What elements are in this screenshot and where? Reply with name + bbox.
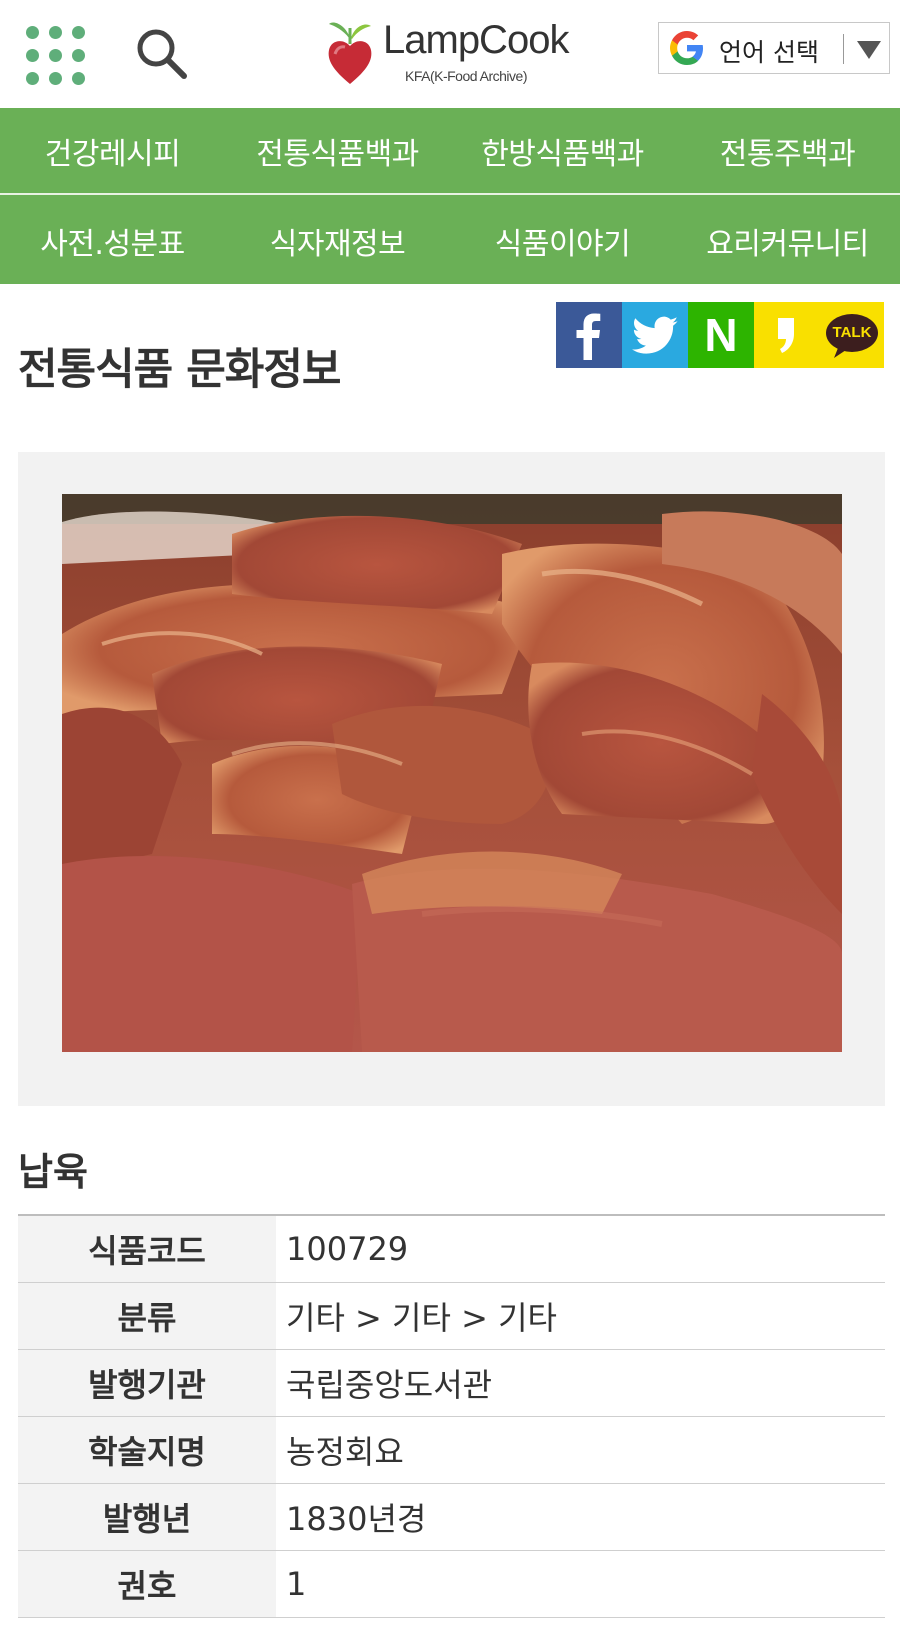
row-label-publication-year: 발행년 [18,1483,276,1550]
twitter-share-button[interactable] [622,302,688,368]
table-row: 발행년 1830년경 [18,1483,885,1550]
table-row: 권호 1 [18,1550,885,1617]
nav-item-traditional-food-encyclopedia[interactable]: 전통식품백과 [225,108,450,193]
food-info-table: 식품코드 100729 분류 기타 > 기타 > 기타 발행기관 국립중앙도서관… [18,1214,885,1618]
row-value-publication-year: 1830년경 [286,1499,427,1538]
nav-item-cooking-community[interactable]: 요리커뮤니티 [675,197,900,284]
nav-item-herbal-food-encyclopedia[interactable]: 한방식품백과 [450,108,675,193]
site-header: LampCook KFA(K-Food Archive) 언어 선택 [0,0,900,108]
nav-row-2: 사전.성분표 식자재정보 식품이야기 요리커뮤니티 [0,197,900,284]
table-row: 학술지명 농정회요 [18,1416,885,1483]
row-value-publisher: 국립중앙도서관 [286,1365,493,1404]
nav-item-food-stories[interactable]: 식품이야기 [450,197,675,284]
nav-item-traditional-liquor-encyclopedia[interactable]: 전통주백과 [675,108,900,193]
nav-item-dictionary-nutrition[interactable]: 사전.성분표 [0,197,225,284]
row-label-journal-name: 학술지명 [18,1416,276,1483]
twitter-icon [632,316,678,354]
row-value-food-code: 100729 [286,1229,409,1268]
naver-share-button[interactable]: N [688,302,754,368]
table-row: 분류 기타 > 기타 > 기타 [18,1282,885,1349]
google-g-icon [670,31,703,65]
logo-text: LampCook [383,18,569,62]
language-select-label: 언어 선택 [719,38,819,67]
row-label-category: 분류 [18,1282,276,1349]
row-value-category: 기타 > 기타 > 기타 [286,1298,557,1337]
facebook-share-button[interactable] [556,302,622,368]
kakaotalk-label: TALK [832,324,872,341]
nav-item-ingredient-info[interactable]: 식자재정보 [225,197,450,284]
language-select-divider [843,34,844,64]
row-label-volume: 권호 [18,1550,276,1617]
row-label-food-code: 식품코드 [18,1215,276,1282]
facebook-icon [576,313,601,360]
kakaostory-icon [778,318,794,353]
row-label-publisher: 발행기관 [18,1349,276,1416]
site-logo[interactable]: LampCook KFA(K-Food Archive) [325,14,585,90]
food-photo [62,494,842,1052]
naver-icon: N [704,309,738,361]
kakaostory-share-button[interactable] [754,302,820,368]
logo-subtitle: KFA(K-Food Archive) [405,68,528,84]
row-value-volume: 1 [286,1564,307,1603]
nav-item-health-recipe[interactable]: 건강레시피 [0,108,225,193]
share-buttons: N TALK [556,302,884,368]
menu-grid-icon[interactable] [26,26,85,85]
kakaotalk-share-button[interactable]: TALK [820,302,884,368]
table-row: 발행기관 국립중앙도서관 [18,1349,885,1416]
page-title: 전통식품 문화정보 [18,345,341,395]
row-value-journal-name: 농정회요 [286,1432,404,1471]
food-name: 납육 [18,1150,88,1194]
dropdown-arrow-icon [857,41,881,59]
main-nav: 건강레시피 전통식품백과 한방식품백과 전통주백과 사전.성분표 식자재정보 식… [0,108,900,284]
language-select-button[interactable]: 언어 선택 [658,22,890,74]
food-image-panel [18,452,885,1106]
search-icon[interactable] [134,26,190,82]
nav-row-1: 건강레시피 전통식품백과 한방식품백과 전통주백과 [0,108,900,195]
table-row: 식품코드 100729 [18,1215,885,1282]
apple-heart-logo-icon [328,22,372,84]
